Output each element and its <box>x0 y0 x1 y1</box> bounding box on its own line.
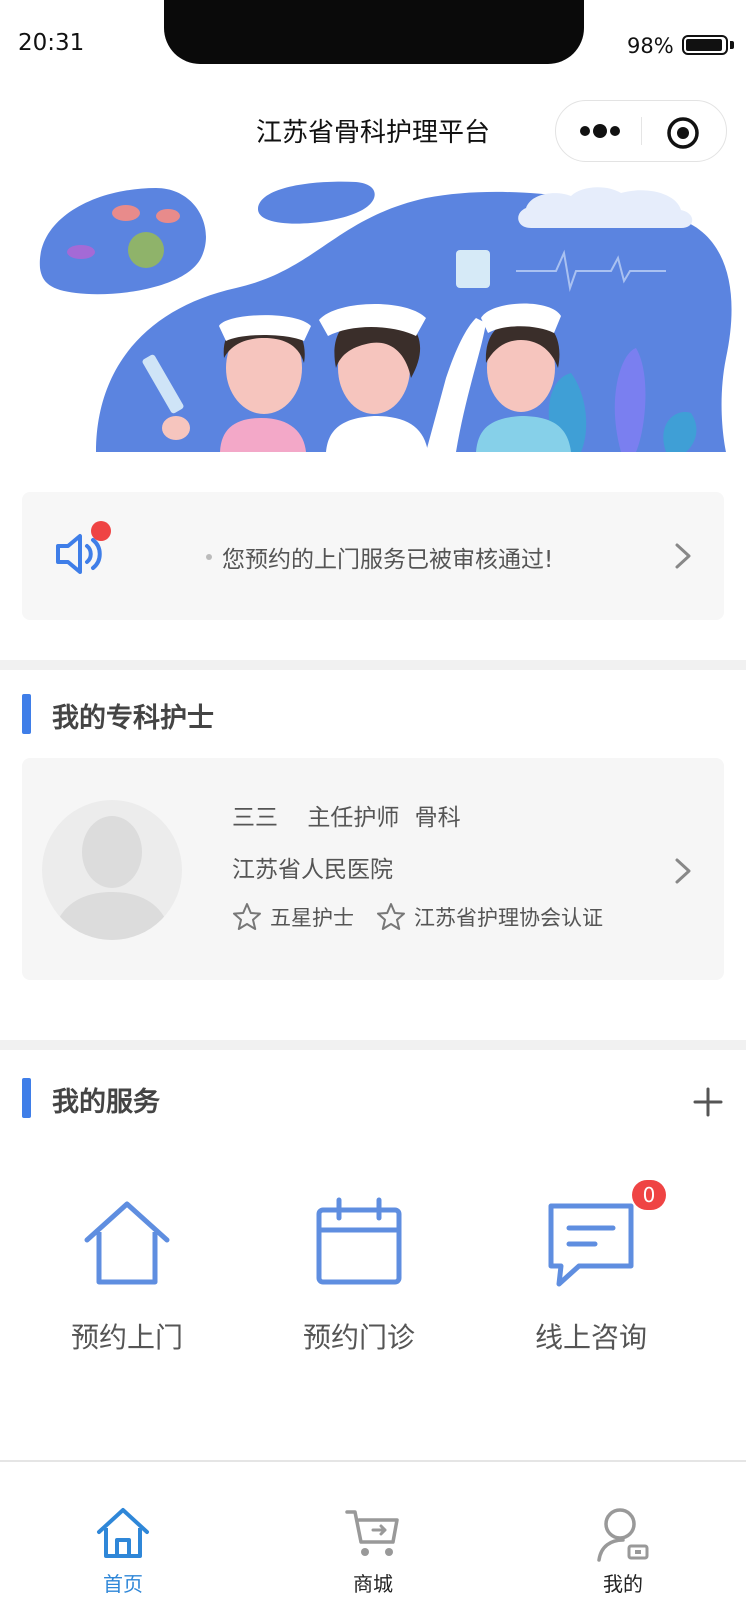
user-icon <box>597 1508 649 1562</box>
notice-text: 您预约的上门服务已被审核通过! <box>222 547 554 573</box>
nurse-card[interactable]: 三三 主任护师 骨科 江苏省人民医院 五星护士 江苏省护理协会认证 <box>22 758 724 980</box>
tab-label: 商城 <box>353 1572 393 1596</box>
nurse-tags: 五星护士 江苏省护理协会认证 <box>232 902 625 932</box>
chat-icon <box>548 1203 634 1287</box>
status-time: 20:31 <box>18 30 85 56</box>
service-clinic-appointment[interactable]: 预约门诊 <box>243 1196 475 1356</box>
nurse-name: 三三 <box>232 805 278 831</box>
bottom-tab-bar: 首页 商城 我的 <box>0 1460 746 1622</box>
nurse-position: 主任护师 <box>307 805 400 831</box>
unread-dot <box>91 521 111 541</box>
capsule-divider <box>641 117 642 145</box>
tag-label: 江苏省护理协会认证 <box>414 906 603 930</box>
tag-certified: 江苏省护理协会认证 <box>376 902 603 932</box>
tab-label: 我的 <box>603 1572 643 1596</box>
battery-percentage: 98% <box>627 34 674 58</box>
battery-tip <box>730 41 734 49</box>
nurse-info-line: 三三 主任护师 骨科 <box>232 798 483 832</box>
tag-label: 五星护士 <box>270 906 354 930</box>
default-avatar-icon <box>52 816 172 940</box>
avatar <box>42 800 182 940</box>
nurse-hospital: 江苏省人民医院 <box>232 857 393 883</box>
section-accent-bar <box>22 1078 31 1118</box>
more-icon[interactable] <box>578 120 622 142</box>
service-online-consult[interactable]: 线上咨询 <box>475 1196 707 1356</box>
section-accent-bar <box>22 694 31 734</box>
chevron-right-icon <box>675 543 691 569</box>
consult-count-badge: 0 <box>632 1180 666 1210</box>
service-home-visit[interactable]: 预约上门 <box>11 1196 243 1356</box>
home-icon <box>97 1508 149 1558</box>
notice-bar[interactable]: 您预约的上门服务已被审核通过! <box>22 492 724 620</box>
tab-home[interactable]: 首页 <box>53 1504 193 1597</box>
service-label: 线上咨询 <box>534 1321 647 1354</box>
tab-mine[interactable]: 我的 <box>553 1504 693 1597</box>
nurse-department: 骨科 <box>414 805 461 831</box>
house-icon <box>84 1201 170 1285</box>
star-icon <box>377 903 405 930</box>
chevron-right-icon <box>675 858 691 884</box>
tab-label: 首页 <box>103 1572 143 1596</box>
section-divider <box>0 660 746 670</box>
close-target-icon[interactable] <box>666 116 700 150</box>
plus-icon[interactable] <box>692 1086 724 1118</box>
star-icon <box>233 903 261 930</box>
nurses-banner-illustration <box>39 181 732 452</box>
section-divider <box>0 1040 746 1050</box>
section-title-services: 我的服务 <box>52 1087 160 1118</box>
tag-five-star: 五星护士 <box>232 902 354 932</box>
miniprogram-capsule <box>555 100 727 162</box>
service-label: 预约门诊 <box>302 1321 415 1354</box>
service-label: 预约上门 <box>70 1321 183 1354</box>
tab-mall[interactable]: 商城 <box>303 1504 443 1597</box>
cart-icon <box>345 1510 399 1556</box>
notice-bullet <box>206 554 212 560</box>
battery-icon <box>682 35 728 55</box>
camera-notch <box>164 0 584 64</box>
section-title-nurse: 我的专科护士 <box>52 703 214 734</box>
calendar-icon <box>316 1197 402 1285</box>
